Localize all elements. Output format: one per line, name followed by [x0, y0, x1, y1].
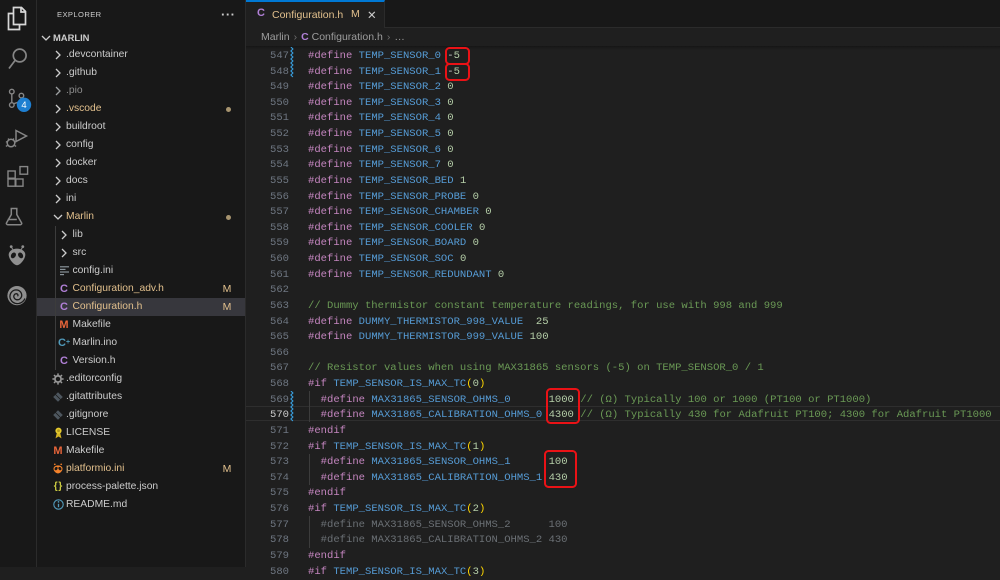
- svg-text:4: 4: [21, 100, 26, 111]
